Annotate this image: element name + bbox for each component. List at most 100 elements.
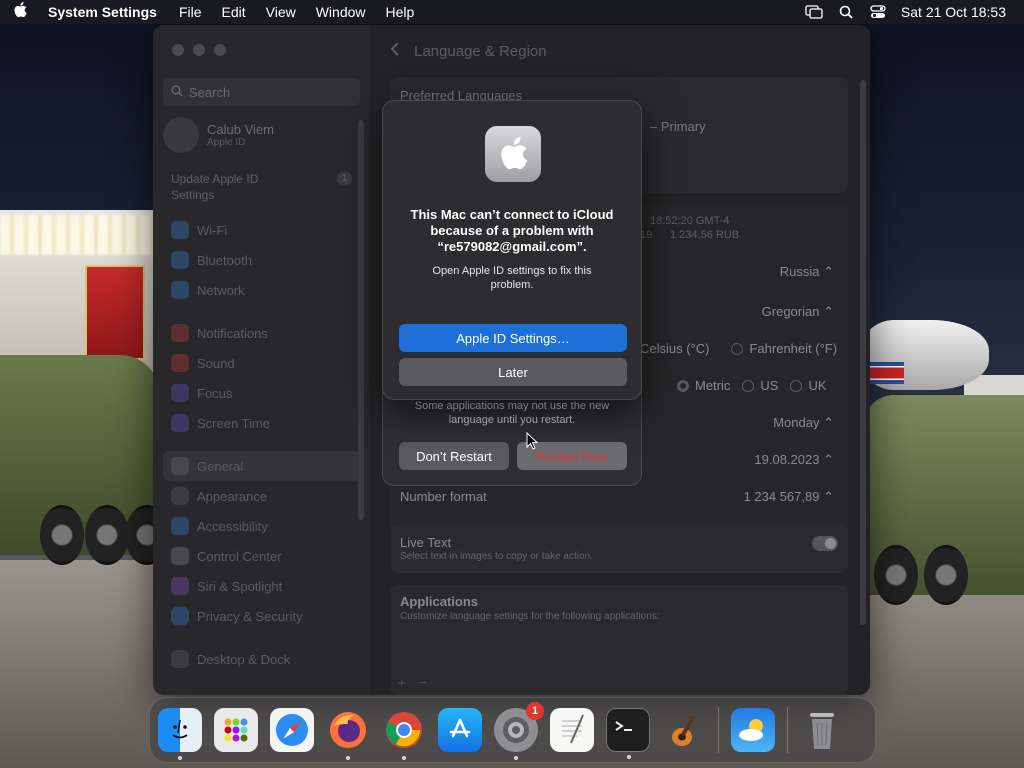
chrome-icon[interactable] [382, 708, 426, 760]
menu-window[interactable]: Window [306, 4, 376, 20]
dont-restart-button[interactable]: Don’t Restart [399, 442, 509, 470]
profile-sub: Apple ID [207, 137, 246, 148]
safari-icon[interactable] [270, 708, 314, 752]
fahrenheit-label: Fahrenheit (°F) [749, 341, 838, 356]
bluetooth-icon [171, 251, 189, 269]
zoom-window-button[interactable] [214, 44, 226, 56]
sidebar-item-siri[interactable]: Siri & Spotlight [163, 571, 360, 601]
sidebar-item-label: Bluetooth [197, 252, 252, 268]
pane-header: Language & Region [370, 25, 870, 77]
sidebar-item-desktop-dock[interactable]: Desktop & Dock [163, 644, 360, 674]
appearance-icon [171, 487, 189, 505]
sidebar-item-notifications[interactable]: Notifications [163, 318, 360, 348]
later-button[interactable]: Later [399, 358, 627, 386]
privacy-icon [171, 607, 189, 625]
sidebar-item-control-center[interactable]: Control Center [163, 541, 360, 571]
apple-menu-icon[interactable] [0, 2, 40, 22]
back-chevron-icon[interactable] [390, 42, 400, 60]
menu-bar: System Settings File Edit View Window He… [0, 0, 1024, 24]
screen-time-icon [171, 414, 189, 432]
menu-file[interactable]: File [169, 4, 212, 20]
calendar-select[interactable]: Gregorian ⌃ [762, 304, 834, 320]
first-day-select[interactable]: Monday ⌃ [773, 415, 834, 431]
launchpad-icon[interactable] [214, 708, 258, 752]
sidebar-item-focus[interactable]: Focus [163, 378, 360, 408]
terminal-icon[interactable] [606, 708, 650, 759]
sidebar-item-privacy[interactable]: Privacy & Security [163, 601, 360, 631]
sidebar-apple-id[interactable]: Calub Viem Apple ID [163, 113, 360, 157]
finder-icon[interactable] [158, 708, 202, 760]
temperature-options: Celsius (°C) Fahrenheit (°F) [640, 341, 837, 356]
date-format-value: 19.08.2023 [754, 452, 820, 467]
sidebar-scrollbar[interactable] [358, 120, 364, 520]
sidebar-item-screen-time[interactable]: Screen Time [163, 408, 360, 438]
add-application-button[interactable]: + [398, 675, 406, 690]
textedit-icon[interactable] [550, 708, 594, 752]
menu-help[interactable]: Help [376, 4, 425, 20]
content-scrollbar[interactable] [860, 80, 866, 625]
firefox-icon[interactable] [326, 708, 370, 760]
radio-uk[interactable]: UK [790, 378, 827, 393]
close-window-button[interactable] [172, 44, 184, 56]
sidebar-update-apple-id[interactable]: Update Apple ID Settings 1 [163, 157, 360, 215]
region-select[interactable]: Russia ⌃ [780, 264, 834, 280]
update-badge: 1 [337, 171, 352, 186]
live-text-card: Live Text Select text in images to copy … [390, 525, 848, 573]
radio-us[interactable]: US [742, 378, 778, 393]
sidebar-item-sound[interactable]: Sound [163, 348, 360, 378]
mouse-cursor-icon [526, 431, 539, 455]
sidebar-item-label: Appearance [197, 488, 268, 504]
radio-metric[interactable]: Metric [677, 378, 730, 393]
garageband-icon[interactable] [662, 708, 706, 752]
control-center-icon [171, 547, 189, 565]
spotlight-search-icon[interactable] [837, 5, 855, 19]
notifications-icon [171, 324, 189, 342]
live-text-title: Live Text [400, 535, 452, 550]
dock: 1 [149, 697, 876, 763]
sidebar-item-bluetooth[interactable]: Bluetooth [163, 245, 360, 275]
sidebar-item-appearance[interactable]: Appearance [163, 481, 360, 511]
metric-label: Metric [695, 378, 731, 393]
primary-language-label: – Primary [650, 119, 706, 134]
dock-separator [718, 707, 719, 753]
trash-icon[interactable] [800, 708, 844, 752]
sidebar-item-network[interactable]: Network [163, 275, 360, 305]
us-label: US [760, 378, 779, 393]
region-value: Russia [779, 264, 820, 279]
radio-circle [677, 379, 689, 392]
remove-application-button[interactable]: − [420, 675, 428, 690]
apple-id-settings-button[interactable]: Apple ID Settings… [399, 324, 627, 352]
stepper-icon: ⌃ [823, 304, 834, 319]
radio-fahrenheit[interactable]: Fahrenheit (°F) [731, 341, 837, 356]
live-text-toggle[interactable] [812, 536, 838, 551]
menu-app-name[interactable]: System Settings [40, 4, 169, 20]
number-format-select[interactable]: 1 234 567,89 ⌃ [744, 489, 834, 505]
page-title: Language & Region [414, 42, 547, 60]
sidebar-item-general[interactable]: General [163, 451, 360, 481]
menu-edit[interactable]: Edit [212, 4, 256, 20]
sidebar-item-label: Desktop & Dock [197, 651, 291, 667]
sidebar-item-wifi[interactable]: Wi-Fi [163, 215, 360, 245]
measurement-options: Metric US UK [677, 378, 827, 393]
system-settings-icon[interactable]: 1 [494, 702, 544, 760]
radio-celsius[interactable]: Celsius (°C) [640, 341, 709, 356]
update-label: Update Apple ID Settings [171, 172, 259, 202]
date-format-select[interactable]: 19.08.2023 ⌃ [754, 452, 834, 468]
sidebar-item-accessibility[interactable]: Accessibility [163, 511, 360, 541]
avatar [163, 117, 199, 153]
control-center-icon[interactable] [869, 5, 887, 19]
screen-mirroring-icon[interactable] [805, 5, 823, 19]
minimize-window-button[interactable] [193, 44, 205, 56]
profile-name: Calub Viem [207, 122, 274, 137]
weather-icon[interactable] [731, 708, 775, 752]
sidebar-list: Calub Viem Apple ID Update Apple ID Sett… [163, 113, 360, 674]
app-store-icon[interactable] [438, 708, 482, 752]
menu-view[interactable]: View [256, 4, 306, 20]
focus-icon [171, 384, 189, 402]
sidebar-item-label: Control Center [197, 548, 282, 564]
applications-subtitle: Customize language settings for the foll… [400, 611, 660, 622]
menu-bar-clock[interactable]: Sat 21 Oct 18:53 [901, 4, 1006, 20]
sidebar-search-input[interactable]: Search [163, 78, 360, 106]
accessibility-icon [171, 517, 189, 535]
sidebar-item-label: General [197, 458, 244, 474]
